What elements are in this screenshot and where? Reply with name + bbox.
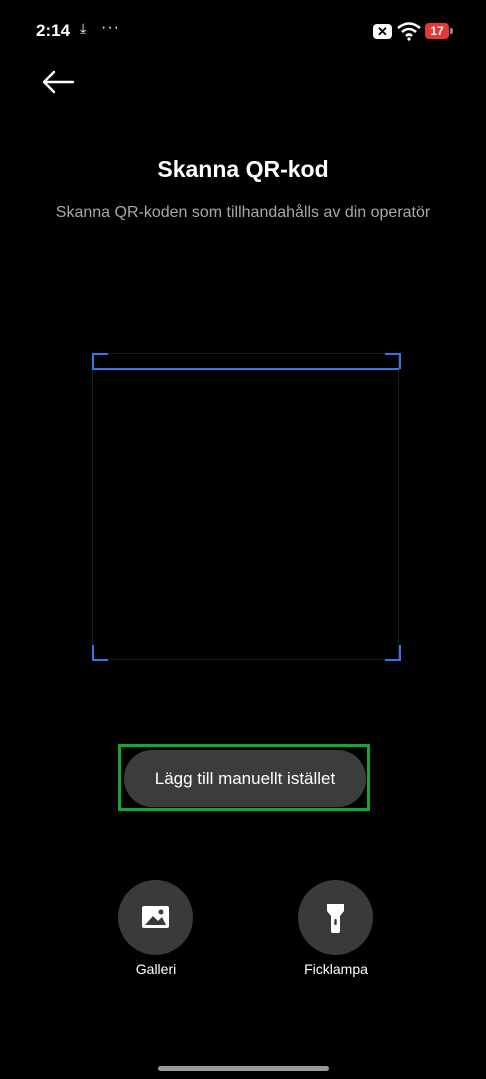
- page-subtitle: Skanna QR-koden som tillhandahålls av di…: [55, 204, 431, 221]
- sim-off-icon: ✕: [373, 24, 392, 39]
- flashlight-label: Ficklampa: [304, 961, 368, 977]
- status-bar: 2:14 ⤓ ··· ✕ 17: [0, 0, 486, 62]
- gallery-label: Galleri: [135, 961, 177, 977]
- scan-line: [92, 368, 399, 370]
- battery-indicator: 17: [425, 23, 449, 39]
- back-button[interactable]: [40, 66, 76, 98]
- flashlight-icon: [327, 904, 344, 933]
- status-more-indicator: ···: [101, 19, 120, 36]
- scan-viewfinder: [92, 353, 399, 660]
- arrow-left-icon: [42, 70, 75, 94]
- viewfinder-corner-bottom-right: [385, 645, 401, 661]
- page-title: Skanna QR-kod: [157, 156, 329, 182]
- download-icon: ⤓: [80, 20, 87, 36]
- image-icon: [142, 906, 169, 928]
- home-indicator[interactable]: [158, 1066, 329, 1071]
- viewfinder-corner-top-left: [92, 353, 108, 369]
- add-manually-button[interactable]: Lägg till manuellt istället: [124, 750, 366, 807]
- wifi-icon: [397, 22, 421, 41]
- viewfinder-corner-bottom-left: [92, 645, 108, 661]
- gallery-button[interactable]: [118, 880, 193, 955]
- flashlight-button[interactable]: [298, 880, 373, 955]
- status-time: 2:14: [36, 21, 71, 40]
- viewfinder-corner-top-right: [385, 353, 401, 369]
- battery-tip: [450, 28, 453, 34]
